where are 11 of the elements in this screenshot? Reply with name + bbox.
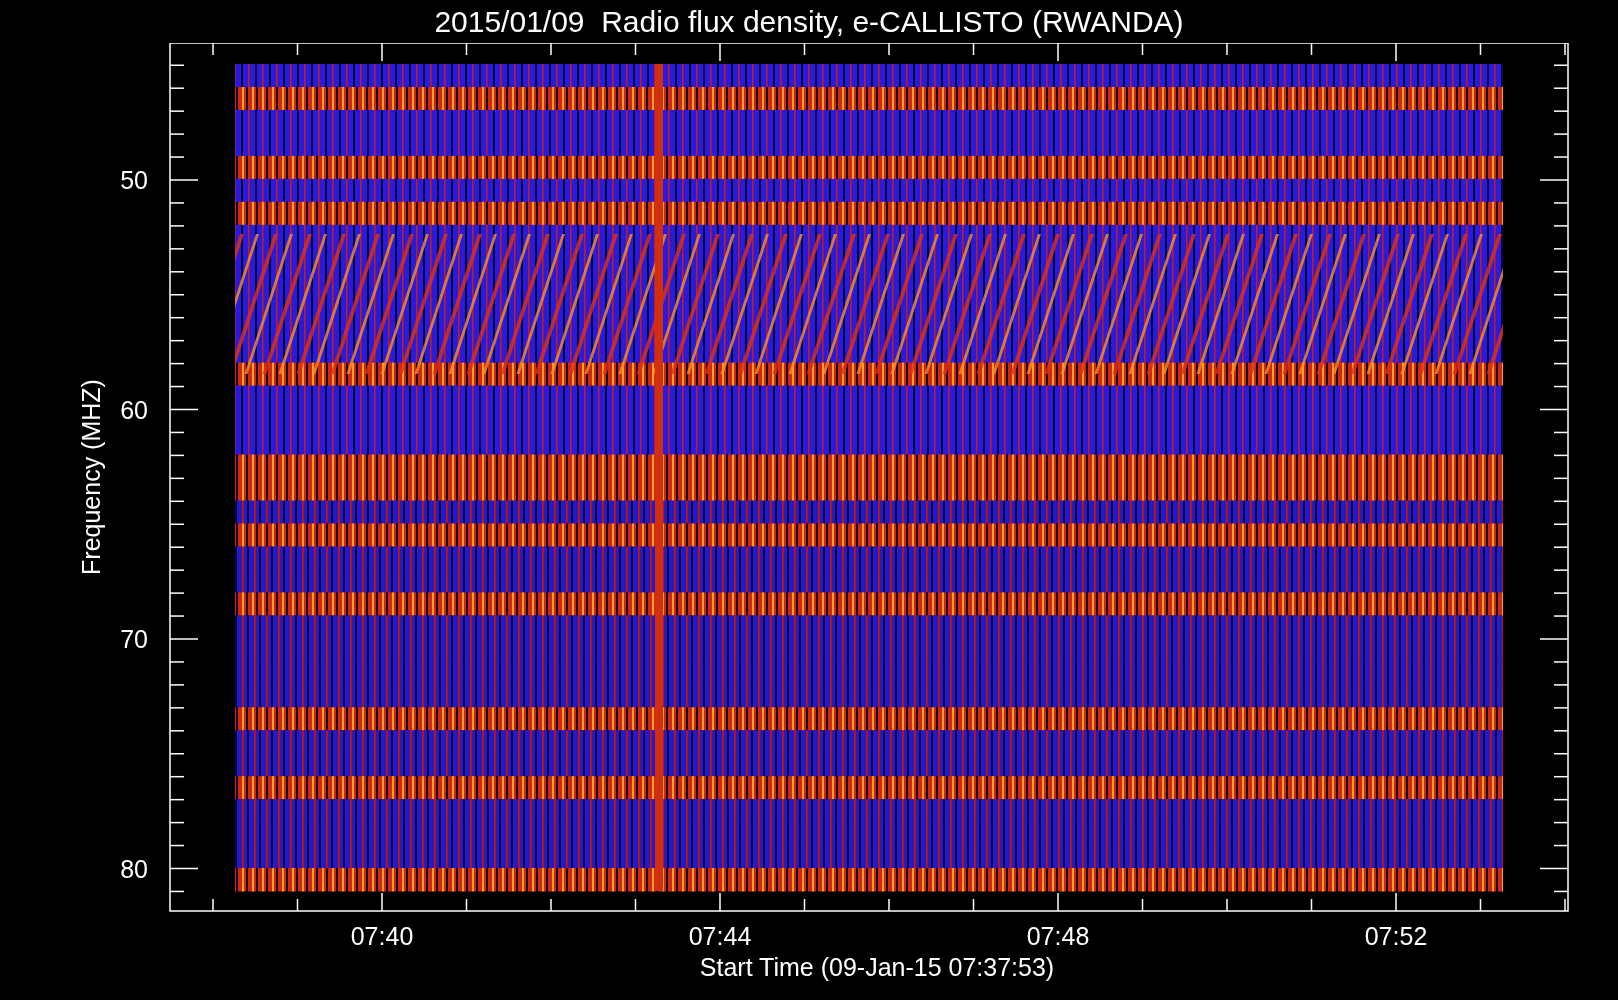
chart-title: 2015/01/09 Radio flux density, e-CALLISTO (RWANDA) <box>434 6 1184 37</box>
tick-label: 07:52 <box>1364 922 1428 950</box>
tick-label: 60 <box>120 395 148 424</box>
tick-label: 50 <box>120 166 148 194</box>
tick-label: 70 <box>120 625 148 653</box>
tick-label: 07:40 <box>350 922 414 950</box>
tick-label: 80 <box>120 854 148 883</box>
tick-label: 07:48 <box>1026 922 1090 950</box>
tick-label: 07:44 <box>688 922 752 950</box>
axis-label: Frequency (MHZ) <box>77 379 105 575</box>
axis-label: Start Time (09-Jan-15 07:37:53) <box>699 953 1055 981</box>
